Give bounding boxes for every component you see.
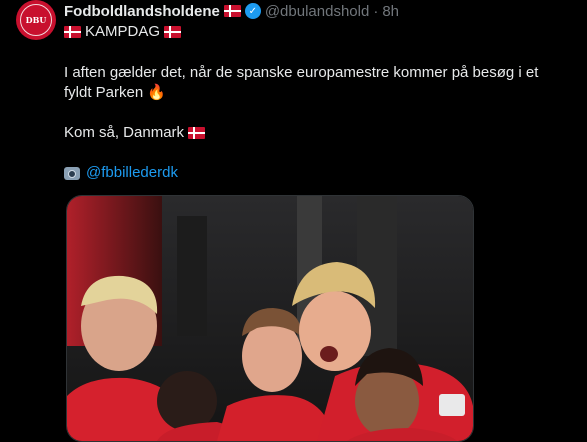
photo-credit-link[interactable]: @fbbillederdk xyxy=(86,163,178,183)
camera-icon xyxy=(64,166,80,180)
denmark-flag-icon xyxy=(223,5,241,17)
tweet-header: Fodboldlandsholdene ✓ @dbulandshold · 8h xyxy=(64,0,572,22)
tweet-timestamp[interactable]: 8h xyxy=(382,3,399,20)
tweet-paragraph: I aften gælder det, når de spanske europ… xyxy=(64,63,564,103)
photo-credit: @fbbillederdk xyxy=(64,163,178,183)
denmark-flag-icon xyxy=(64,26,81,38)
denmark-flag-icon xyxy=(164,26,182,38)
tweet-headline: KAMPDAG xyxy=(64,22,182,42)
author-handle[interactable]: @dbulandshold xyxy=(265,3,369,20)
avatar-logo-text: DBU xyxy=(25,15,47,25)
fire-emoji-icon: 🔥 xyxy=(147,84,167,101)
dbu-logo: DBU xyxy=(20,4,52,36)
denmark-flag-icon xyxy=(188,127,206,139)
headline-text: KAMPDAG xyxy=(85,23,161,40)
author-name[interactable]: Fodboldlandsholdene xyxy=(64,3,220,20)
tweet-content: Fodboldlandsholdene ✓ @dbulandshold · 8h… xyxy=(64,0,572,181)
avatar[interactable]: DBU xyxy=(16,0,56,40)
paragraph-text: I aften gælder det, når de spanske europ… xyxy=(64,64,539,101)
players-celebrating-photo xyxy=(67,196,473,441)
tweet-paragraph: Kom så, Danmark xyxy=(64,123,206,143)
paragraph-text: Kom så, Danmark xyxy=(64,124,185,141)
verified-badge-icon[interactable]: ✓ xyxy=(244,3,261,19)
separator-dot: · xyxy=(373,2,379,20)
tweet-media-image[interactable] xyxy=(66,195,474,442)
